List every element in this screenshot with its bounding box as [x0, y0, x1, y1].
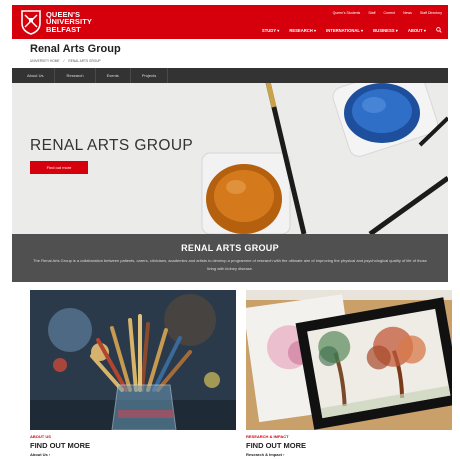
section-nav-research[interactable]: Research: [55, 68, 96, 83]
nav-business[interactable]: BUSINESS ▾: [373, 28, 398, 33]
banner-text: The Renal Arts Group is a collaboration …: [33, 258, 427, 271]
search-icon[interactable]: [436, 27, 442, 33]
card-heading[interactable]: FIND OUT MORE: [246, 441, 452, 450]
section-nav-about-us[interactable]: About Us: [16, 68, 56, 83]
page-title: Renal Arts Group: [30, 43, 121, 55]
tree-painting-image: [246, 290, 452, 430]
logo-line: BELFAST: [46, 24, 81, 34]
main-nav: STUDY ▾ RESEARCH ▾ INTERNATIONAL ▾ BUSIN…: [262, 27, 442, 33]
utility-link[interactable]: Queen's Students: [333, 11, 361, 15]
card-image[interactable]: [246, 290, 452, 430]
research-impact-card[interactable]: Research & Impact FIND OUT MORE Research…: [246, 290, 452, 457]
card-link[interactable]: About Us ›: [30, 452, 236, 457]
intro-banner: RENAL ARTS GROUP The Renal Arts Group is…: [12, 234, 448, 282]
nav-international[interactable]: INTERNATIONAL ▾: [326, 28, 363, 33]
logo-wordmark: QUEEN'S UNIVERSITY BELFAST: [46, 11, 92, 34]
breadcrumb: University Home / Renal Arts Group: [30, 59, 101, 63]
utility-nav: Queen's Students Staff Current News Staf…: [333, 11, 442, 15]
section-nav-events[interactable]: Events: [96, 68, 131, 83]
nav-study[interactable]: STUDY ▾: [262, 28, 279, 33]
nav-research[interactable]: RESEARCH ▾: [289, 28, 316, 33]
card-heading[interactable]: FIND OUT MORE: [30, 441, 236, 450]
breadcrumb-home[interactable]: University Home: [30, 59, 60, 63]
utility-link[interactable]: Staff Directory: [420, 11, 442, 15]
breadcrumb-current: Renal Arts Group: [68, 59, 101, 63]
hero-title: RENAL ARTS GROUP: [30, 137, 194, 154]
breadcrumb-separator: /: [63, 59, 65, 63]
card-link[interactable]: Research & Impact ›: [246, 452, 452, 457]
card-tag: Research & Impact: [246, 434, 289, 439]
card-tag: About Us: [30, 434, 51, 439]
crest-icon: [21, 10, 41, 35]
utility-link[interactable]: News: [403, 11, 412, 15]
about-us-card[interactable]: About Us FIND OUT MORE About Us ›: [30, 290, 236, 457]
utility-link[interactable]: Current: [383, 11, 395, 15]
card-image[interactable]: [30, 290, 236, 430]
banner-title: RENAL ARTS GROUP: [181, 243, 279, 253]
site-header: QUEEN'S UNIVERSITY BELFAST Queen's Stude…: [12, 5, 448, 39]
nav-about[interactable]: ABOUT ▾: [408, 28, 426, 33]
page: QUEEN'S UNIVERSITY BELFAST Queen's Stude…: [12, 0, 452, 459]
university-logo[interactable]: QUEEN'S UNIVERSITY BELFAST: [20, 9, 92, 35]
utility-link[interactable]: Staff: [368, 11, 375, 15]
hero-banner: RENAL ARTS GROUP Find out more: [12, 83, 448, 234]
brushes-jar-image: [30, 290, 236, 430]
hero-image: [12, 83, 448, 234]
find-out-more-button[interactable]: Find out more: [30, 161, 88, 174]
section-nav-projects[interactable]: Projects: [131, 68, 169, 83]
section-nav: About Us Research Events Projects: [12, 68, 448, 83]
